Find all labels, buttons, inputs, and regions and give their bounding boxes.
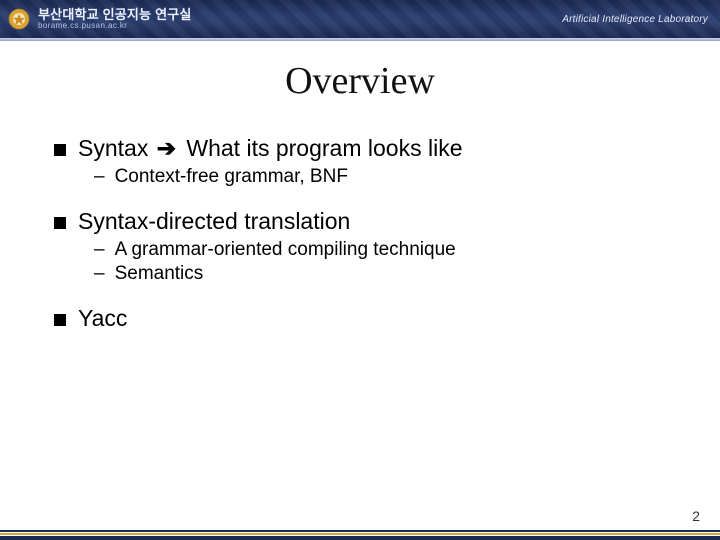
subbullet-cfg-text: Context-free grammar, BNF xyxy=(115,166,348,188)
slide-body: Syntax ➔ What its program looks like – C… xyxy=(0,131,720,336)
header-left-group: 부산대학교 인공지능 연구실 borame.cs.pusan.ac.kr xyxy=(8,8,192,30)
page-number: 2 xyxy=(692,508,700,524)
subbullet-cfg: – Context-free grammar, BNF xyxy=(94,166,670,188)
org-subdomain: borame.cs.pusan.ac.kr xyxy=(38,22,192,30)
slide: 부산대학교 인공지능 연구실 borame.cs.pusan.ac.kr Art… xyxy=(0,0,720,540)
footer-divider xyxy=(0,526,720,540)
bullet-sdt-text: Syntax-directed translation xyxy=(78,208,670,235)
square-bullet-icon xyxy=(54,217,66,229)
dash-bullet-icon: – xyxy=(94,263,105,285)
bullet-syntax: Syntax ➔ What its program looks like xyxy=(54,135,670,162)
bullet-syntax-pre: Syntax xyxy=(78,135,155,161)
subbullet-grammar-oriented-text: A grammar-oriented compiling technique xyxy=(115,239,456,261)
bullet-syntax-post: What its program looks like xyxy=(180,135,462,161)
slide-footer: 2 xyxy=(0,512,720,540)
square-bullet-icon xyxy=(54,144,66,156)
subbullet-semantics-text: Semantics xyxy=(115,263,204,285)
lab-name-en: Artificial Intelligence Laboratory xyxy=(562,14,708,25)
header-divider xyxy=(0,38,720,41)
arrow-right-icon: ➔ xyxy=(157,135,176,162)
bullet-sdt: Syntax-directed translation xyxy=(54,208,670,235)
slide-header: 부산대학교 인공지능 연구실 borame.cs.pusan.ac.kr Art… xyxy=(0,0,720,38)
bullet-yacc: Yacc xyxy=(54,305,670,332)
org-name-ko: 부산대학교 인공지능 연구실 xyxy=(38,8,192,21)
dash-bullet-icon: – xyxy=(94,166,105,188)
bullet-yacc-text: Yacc xyxy=(78,305,670,332)
dash-bullet-icon: – xyxy=(94,239,105,261)
university-logo-icon xyxy=(8,8,30,30)
subbullet-grammar-oriented: – A grammar-oriented compiling technique xyxy=(94,239,670,261)
slide-title: Overview xyxy=(0,59,720,103)
square-bullet-icon xyxy=(54,314,66,326)
subbullet-semantics: – Semantics xyxy=(94,263,670,285)
